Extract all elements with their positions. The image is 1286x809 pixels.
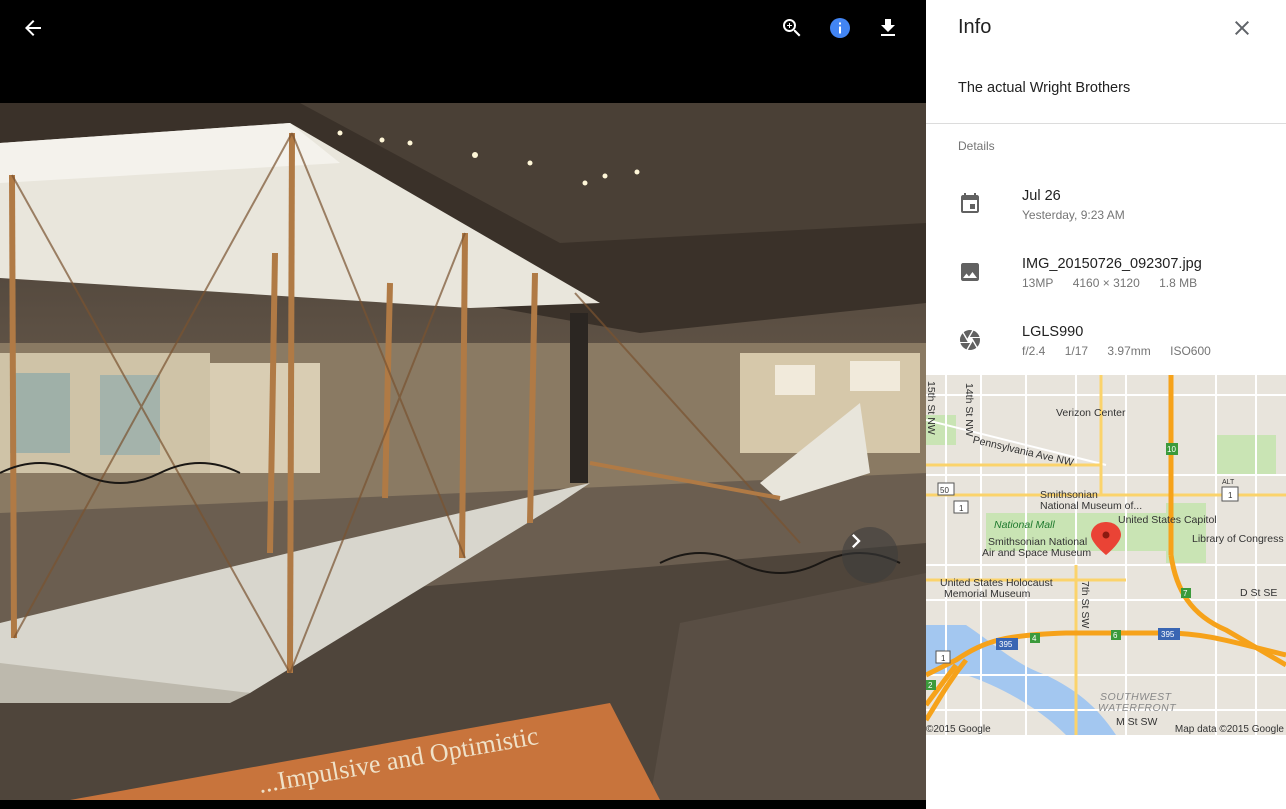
date-secondary: Yesterday, 9:23 AM: [1022, 208, 1125, 222]
close-button[interactable]: [1226, 12, 1258, 44]
photo: ...Impulsive and Optimistic: [0, 103, 926, 800]
file-meta: 13MP 4160 × 3120 1.8 MB: [1022, 276, 1213, 290]
camera-iso: ISO600: [1170, 344, 1211, 358]
date-primary: Jul 26: [1022, 188, 1061, 204]
map-shield-50: 50: [940, 486, 949, 495]
camera-detail: LGLS990 f/2.4 1/17 3.97mm ISO600: [926, 324, 1286, 374]
map-label-d-st: D St SE: [1240, 587, 1278, 599]
camera-aperture: f/2.4: [1022, 344, 1046, 358]
map-label-15th: 15th St NW: [926, 381, 937, 435]
map-label-air-space-2: Air and Space Museum: [982, 547, 1092, 559]
camera-model: LGLS990: [1022, 324, 1084, 340]
map-label-library: Library of Congress: [1192, 533, 1284, 545]
map-shield-7: 7: [1183, 589, 1188, 598]
divider: [926, 123, 1286, 124]
date-detail: Jul 26 Yesterday, 9:23 AM: [926, 188, 1286, 238]
chevron-right-icon: [852, 534, 861, 548]
file-name: IMG_20150726_092307.jpg: [1022, 256, 1202, 272]
back-arrow-icon: [25, 20, 41, 36]
panel-title: Info: [958, 16, 992, 38]
map-shield-1b: 1: [941, 654, 946, 663]
map-label-holocaust-2: Memorial Museum: [944, 588, 1031, 600]
camera-aperture-icon: [959, 330, 980, 350]
info-icon: [830, 18, 850, 38]
photo-description[interactable]: The actual Wright Brothers: [958, 80, 1258, 96]
viewer-toolbar: [0, 0, 926, 56]
info-panel: Info The actual Wright Brothers Details …: [926, 0, 1286, 809]
map-label-smithsonian-2: National Museum of...: [1040, 500, 1143, 512]
map-tiles: [926, 375, 1286, 735]
map-shield-2: 2: [928, 681, 933, 690]
file-size: 1.8 MB: [1159, 276, 1198, 290]
map-label-14th: 14th St NW: [963, 383, 975, 437]
file-detail: IMG_20150726_092307.jpg 13MP 4160 × 3120…: [926, 256, 1286, 306]
back-button[interactable]: [17, 12, 49, 44]
info-button[interactable]: [824, 12, 856, 44]
map-label-waterfront: WATERFRONT: [1098, 702, 1177, 714]
zoom-in-icon: [783, 19, 801, 37]
close-icon: [1235, 21, 1249, 35]
map-shield-1c: 1: [1228, 491, 1233, 500]
camera-settings: f/2.4 1/17 3.97mm ISO600: [1022, 344, 1227, 358]
file-resolution: 4160 × 3120: [1072, 276, 1140, 290]
map-label-capitol: United States Capitol: [1118, 514, 1217, 526]
image-icon: [961, 263, 979, 281]
map-copyright: ©2015 Google: [926, 724, 991, 735]
photo-viewer: ...Impulsive and Optimistic: [0, 0, 926, 809]
camera-shutter: 1/17: [1064, 344, 1089, 358]
next-photo-button[interactable]: [842, 527, 898, 583]
map-shield-4: 4: [1032, 634, 1037, 643]
calendar-icon: [961, 193, 979, 213]
zoom-in-button[interactable]: [776, 12, 808, 44]
wright-flyer-photo: ...Impulsive and Optimistic: [0, 103, 926, 800]
map-label-m-st: M St SW: [1116, 716, 1158, 728]
camera-focal-length: 3.97mm: [1107, 344, 1151, 358]
map-shield-395a: 395: [999, 640, 1013, 649]
map-label-verizon: Verizon Center: [1056, 407, 1126, 419]
download-button[interactable]: [872, 12, 904, 44]
map-data-credit: Map data ©2015 Google: [1174, 724, 1284, 735]
file-megapixels: 13MP: [1022, 276, 1054, 290]
map-shield-6: 6: [1113, 631, 1118, 640]
map-label-7th: 7th St SW: [1079, 581, 1091, 629]
location-map[interactable]: 15th St NW 14th St NW Verizon Center Pen…: [926, 375, 1286, 735]
map-label-national-mall: National Mall: [994, 519, 1055, 531]
details-heading: Details: [958, 139, 995, 153]
download-icon: [881, 19, 895, 36]
map-shield-1a: 1: [959, 504, 964, 513]
map-shield-10: 10: [1167, 445, 1176, 454]
map-shield-395b: 395: [1161, 630, 1175, 639]
map-shield-alt: ALT: [1222, 479, 1235, 486]
